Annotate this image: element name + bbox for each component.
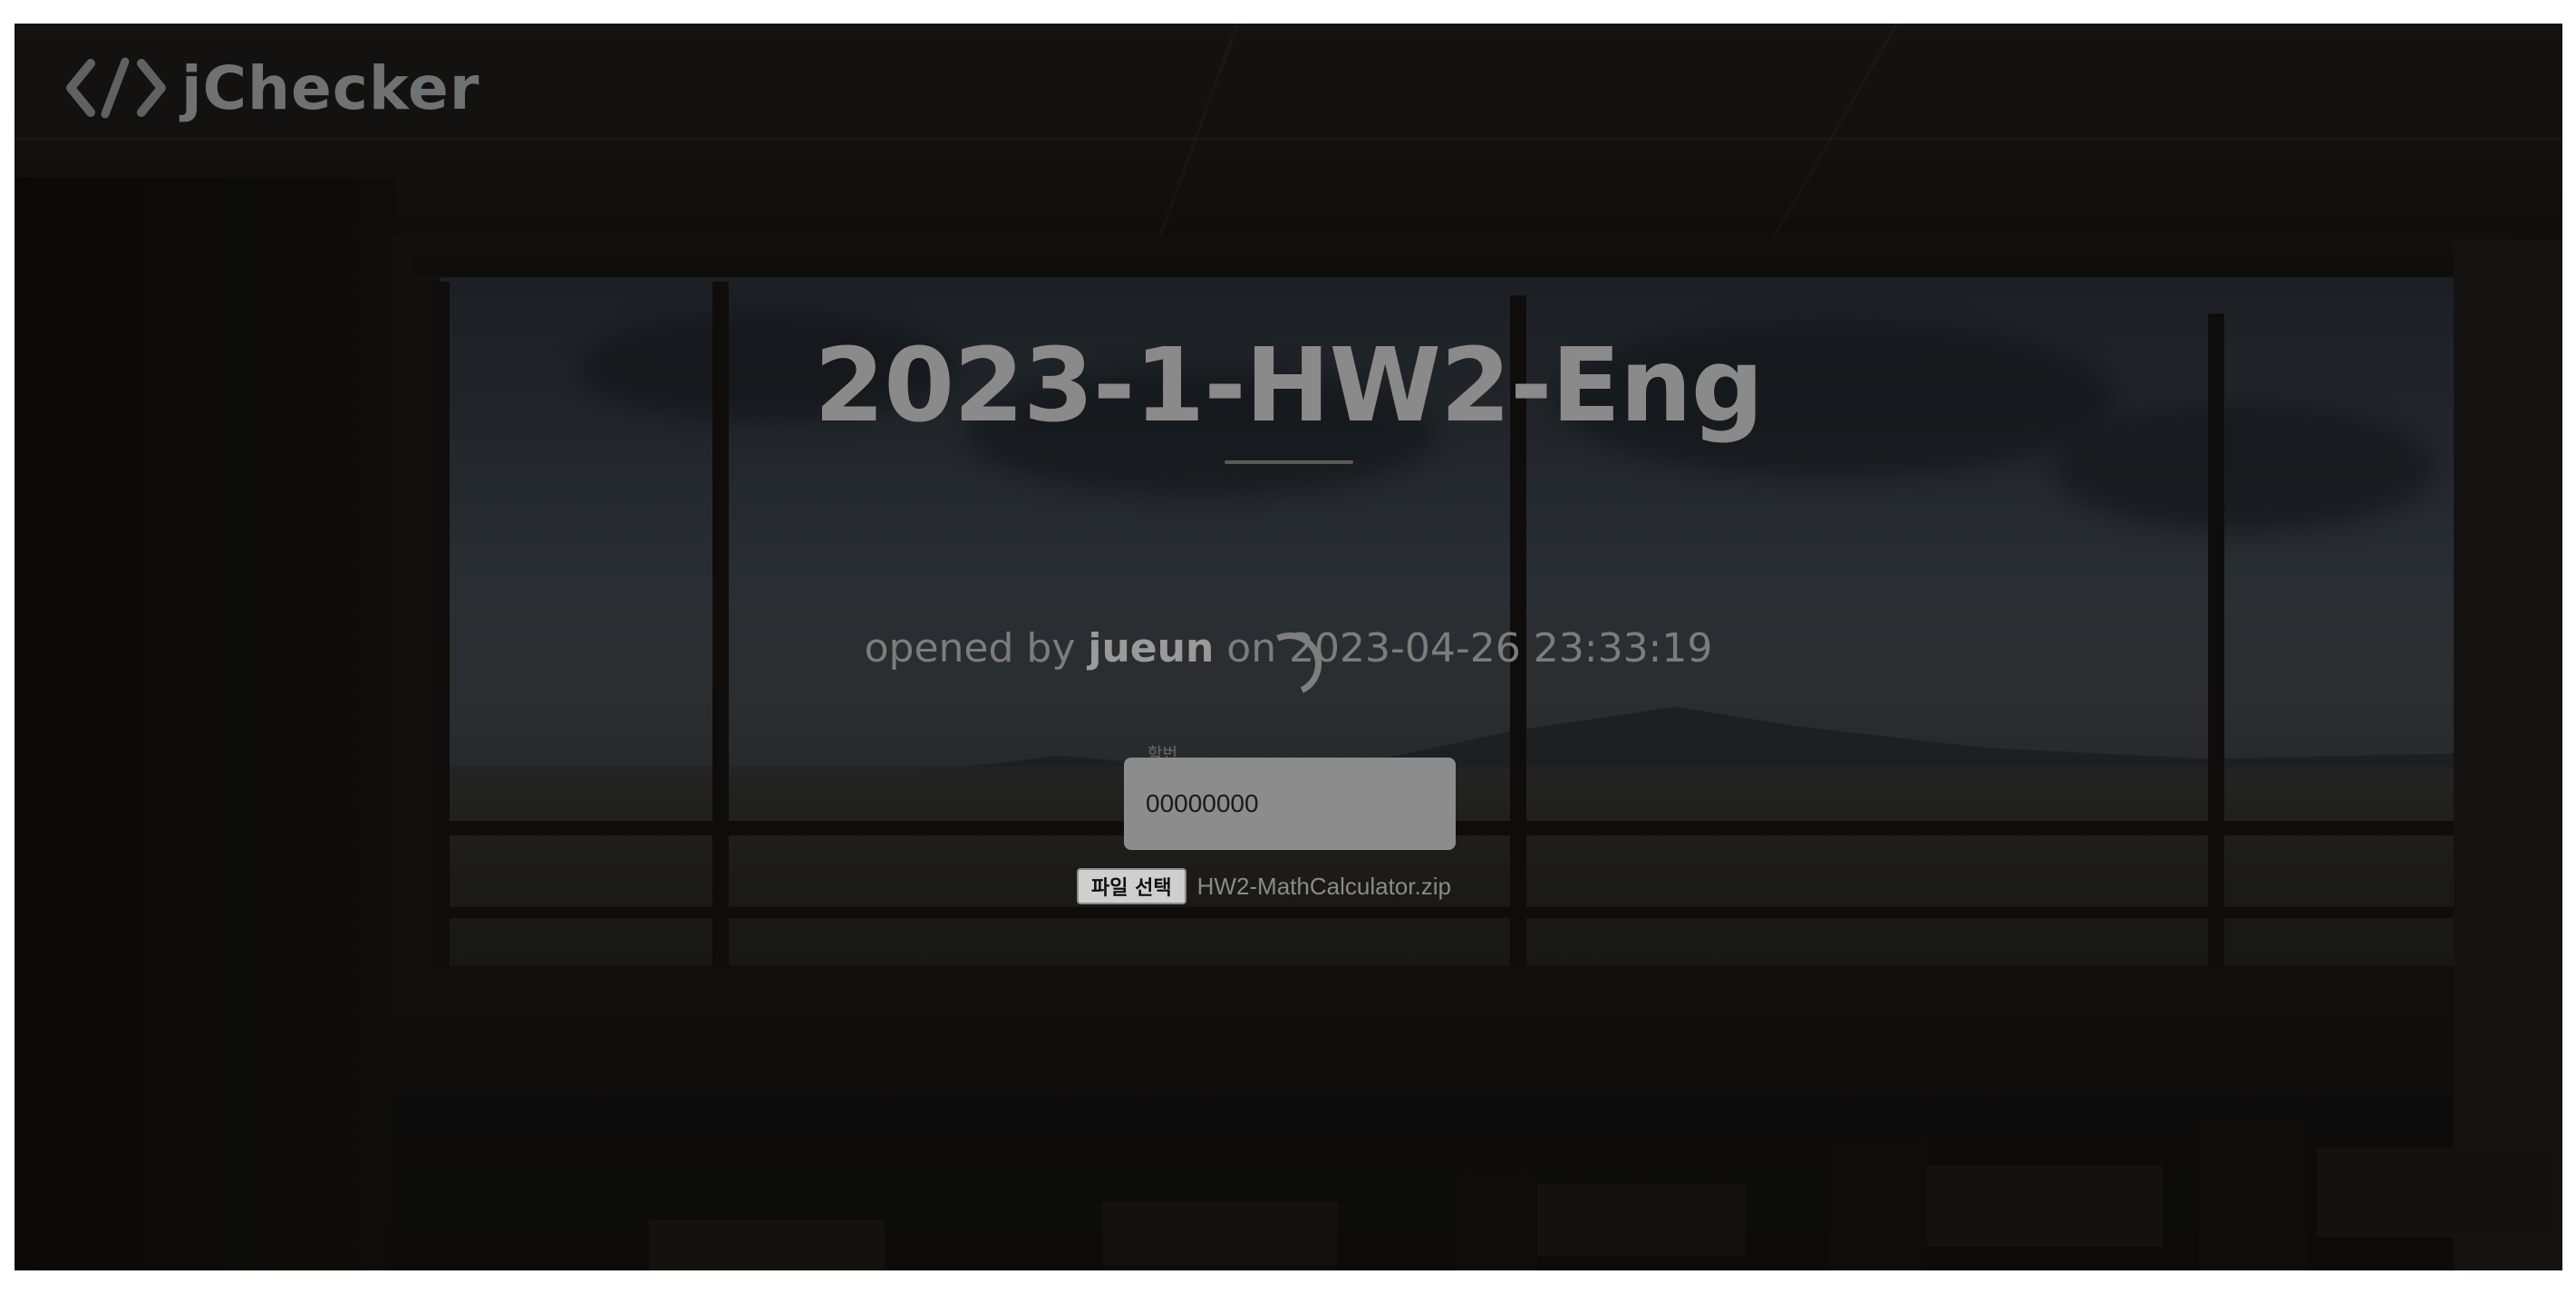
assignment-title: 2023-1-HW2-Eng: [814, 327, 1764, 445]
student-id-input[interactable]: [1124, 758, 1456, 850]
file-picker: 파일 선택 HW2-MathCalculator.zip: [1077, 868, 1451, 904]
code-brackets-icon: [66, 57, 166, 119]
title-divider: [1225, 460, 1353, 464]
brand-name: jChecker: [181, 53, 480, 123]
selected-file-name: HW2-MathCalculator.zip: [1196, 872, 1451, 900]
brand-logo[interactable]: jChecker: [65, 53, 480, 123]
page-frame: jChecker 2023-1-HW2-Eng opened by jueun …: [15, 24, 2562, 1270]
choose-file-button[interactable]: 파일 선택: [1077, 868, 1186, 904]
opened-author: jueun: [1088, 625, 1215, 671]
opened-timestamp: 2023-04-26 23:33:19: [1289, 625, 1713, 671]
opened-prefix: opened by: [864, 625, 1089, 671]
